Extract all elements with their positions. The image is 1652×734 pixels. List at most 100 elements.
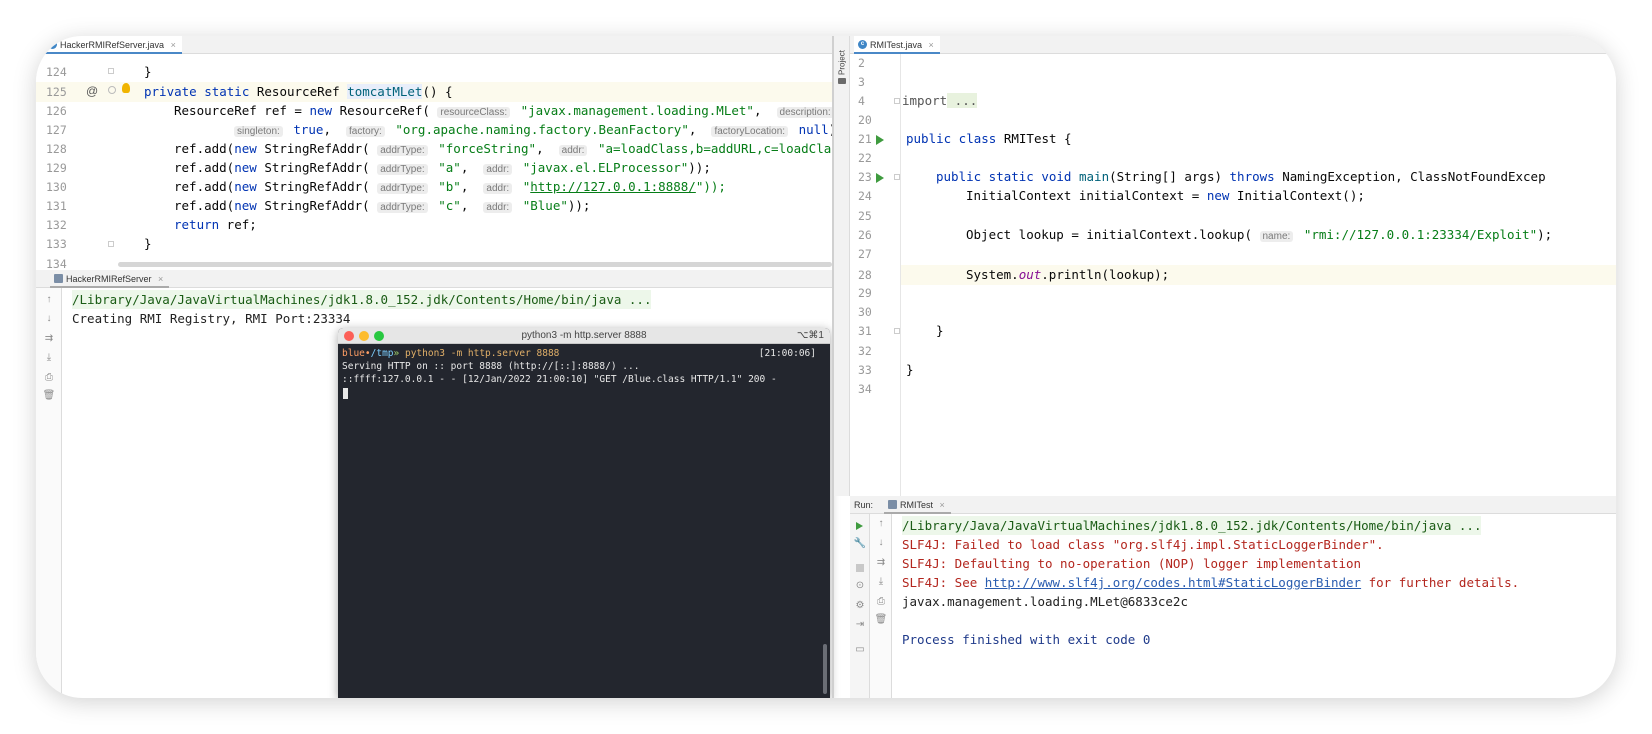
fold-icon[interactable]	[108, 86, 116, 94]
slf4j-link[interactable]: http://www.slf4j.org/codes.html#StaticLo…	[985, 575, 1361, 590]
terminal-shortcut: ⌥⌘1	[796, 330, 824, 341]
terminal-titlebar[interactable]: python3 -m http.server 8888 ⌥⌘1	[338, 328, 830, 344]
scroll-to-end-icon[interactable]: ⤓	[874, 576, 888, 587]
line-number: 127	[46, 123, 67, 137]
print-icon[interactable]: ⎙	[42, 372, 56, 383]
project-side-strip: Project	[834, 36, 850, 496]
screenshot-frame: c HackerRMIRefServer.java × 124 125 126 …	[36, 36, 1616, 698]
arrow-up-icon[interactable]: ↑	[874, 518, 888, 529]
arrow-up-icon[interactable]: ↑	[42, 294, 56, 305]
code-line-28: System.out.println(lookup);	[966, 267, 1170, 282]
terminal-prompt-line: blue•/tmp» python3 -m http.server 8888 [2…	[342, 348, 816, 359]
terminal-scrollbar[interactable]	[823, 644, 827, 694]
arrow-down-icon[interactable]: ↓	[42, 313, 56, 324]
trash-icon[interactable]: 🗑	[874, 614, 888, 625]
run-gutter-icon[interactable]	[876, 135, 884, 145]
line-number: 28	[858, 268, 872, 282]
terminal-window[interactable]: python3 -m http.server 8888 ⌥⌘1 blue•/tm…	[338, 328, 830, 698]
terminal-output-line: ::ffff:127.0.0.1 - - [12/Jan/2022 21:00:…	[342, 374, 777, 385]
fold-icon[interactable]	[108, 241, 114, 247]
url-link[interactable]: http://127.0.0.1:8888/	[530, 179, 696, 194]
right-editor-tabbar: c RMITest.java ×	[850, 36, 1616, 54]
code-line-131: ref.add(new StringRefAddr( addrType: "c"…	[174, 198, 591, 213]
run-line-java-path: /Library/Java/JavaVirtualMachines/jdk1.8…	[902, 516, 1482, 535]
lightbulb-icon[interactable]	[122, 83, 130, 93]
line-number: 20	[858, 113, 872, 127]
left-code-area: 124 125 126 127 128 129 130 131 132 133 …	[36, 54, 832, 270]
right-code-area: 2 3 4 20 21 22 23 24 25 26 27 28 29 30 3…	[850, 54, 1616, 496]
code-line-133: }	[144, 236, 152, 251]
line-number: 24	[858, 189, 872, 203]
run-toolbar-left: 🔧 ⊙ ⚙ ⇥ ▭	[850, 514, 870, 698]
line-number: 131	[46, 199, 67, 213]
minimize-window-button[interactable]	[359, 331, 369, 341]
tab-rmitest-java[interactable]: c RMITest.java ×	[854, 36, 940, 54]
line-number: 125	[46, 85, 67, 99]
line-number: 34	[858, 382, 872, 396]
run-toolbar-right: ↑ ↓ ⇉ ⤓ ⎙ 🗑	[870, 514, 892, 698]
rerun-icon[interactable]	[856, 522, 863, 530]
java-class-icon: c	[858, 40, 867, 49]
run-line-error: SLF4J: Defaulting to no-operation (NOP) …	[902, 556, 1362, 571]
line-number: 27	[858, 247, 872, 261]
terminal-output-line: Serving HTTP on :: port 8888 (http://[::…	[342, 361, 640, 372]
scroll-to-end-icon[interactable]: ⤓	[42, 352, 56, 363]
code-line-124: }	[144, 64, 152, 79]
tab-rmitest-run[interactable]: RMITest ×	[884, 496, 951, 514]
line-number: 2	[858, 56, 865, 70]
terminal-time: [21:00:06]	[758, 348, 816, 359]
layout-icon[interactable]: ▭	[853, 644, 867, 655]
wrench-icon[interactable]: 🔧	[853, 538, 867, 549]
run-line-error: SLF4J: Failed to load class "org.slf4j.i…	[902, 537, 1384, 552]
tab-hacker-rmi-ref-server-java[interactable]: c HackerRMIRefServer.java ×	[44, 36, 182, 54]
project-label[interactable]: Project	[838, 43, 847, 83]
java-class-icon: c	[48, 40, 57, 49]
console-line-registry: Creating RMI Registry, RMI Port:23334	[72, 311, 351, 326]
line-number: 3	[858, 75, 865, 89]
tab-hacker-rmi-ref-server[interactable]: HackerRMIRefServer ×	[50, 270, 170, 288]
folder-icon[interactable]	[838, 78, 846, 84]
close-window-button[interactable]	[344, 331, 354, 341]
login-icon[interactable]: ⇥	[853, 619, 867, 630]
fold-icon[interactable]	[108, 68, 114, 74]
soft-wrap-icon[interactable]: ⇉	[874, 557, 888, 568]
code-line-128: ref.add(new StringRefAddr( addrType: "fo…	[174, 141, 832, 156]
horizontal-scrollbar[interactable]	[118, 262, 832, 267]
fold-icon[interactable]	[894, 328, 900, 334]
line-number: 124	[46, 65, 67, 79]
tab-label: RMITest	[900, 500, 934, 510]
zoom-window-button[interactable]	[374, 331, 384, 341]
terminal-title: python3 -m http.server 8888	[521, 330, 647, 341]
code-line-31: }	[936, 323, 944, 338]
trash-icon[interactable]: 🗑	[42, 390, 56, 401]
code-line-main: public static void main(String[] args) t…	[936, 169, 1546, 184]
fold-icon[interactable]	[894, 174, 900, 180]
stop-icon[interactable]	[856, 564, 864, 572]
left-console-tabbar: HackerRMIRefServer ×	[36, 270, 832, 288]
code-line-132: return ref;	[174, 217, 257, 232]
close-icon[interactable]: ×	[158, 274, 163, 284]
close-icon[interactable]: ×	[929, 40, 934, 50]
settings-icon[interactable]: ⚙	[853, 600, 867, 611]
tab-label: RMITest.java	[870, 40, 923, 50]
run-panel-tabbar: Run: RMITest ×	[850, 496, 1616, 514]
print-icon[interactable]: ⎙	[874, 596, 888, 607]
line-number: 126	[46, 104, 67, 118]
override-icon[interactable]: @	[86, 84, 98, 98]
line-number: 134	[46, 257, 67, 270]
code-line-126: ResourceRef ref = new ResourceRef( resou…	[174, 101, 832, 121]
code-line-class: public class RMITest {	[906, 131, 1072, 146]
line-number: 4	[858, 94, 865, 108]
arrow-down-icon[interactable]: ↓	[874, 537, 888, 548]
line-number: 22	[858, 151, 872, 165]
terminal-cursor	[343, 388, 348, 399]
close-icon[interactable]: ×	[940, 500, 945, 510]
fold-icon[interactable]	[894, 98, 900, 104]
run-gutter-icon[interactable]	[876, 173, 884, 183]
console-icon	[888, 500, 897, 509]
console-line-java-path: /Library/Java/JavaVirtualMachines/jdk1.8…	[72, 290, 652, 309]
camera-icon[interactable]: ⊙	[853, 580, 867, 591]
line-number: 32	[858, 344, 872, 358]
close-icon[interactable]: ×	[171, 40, 176, 50]
soft-wrap-icon[interactable]: ⇉	[42, 333, 56, 344]
